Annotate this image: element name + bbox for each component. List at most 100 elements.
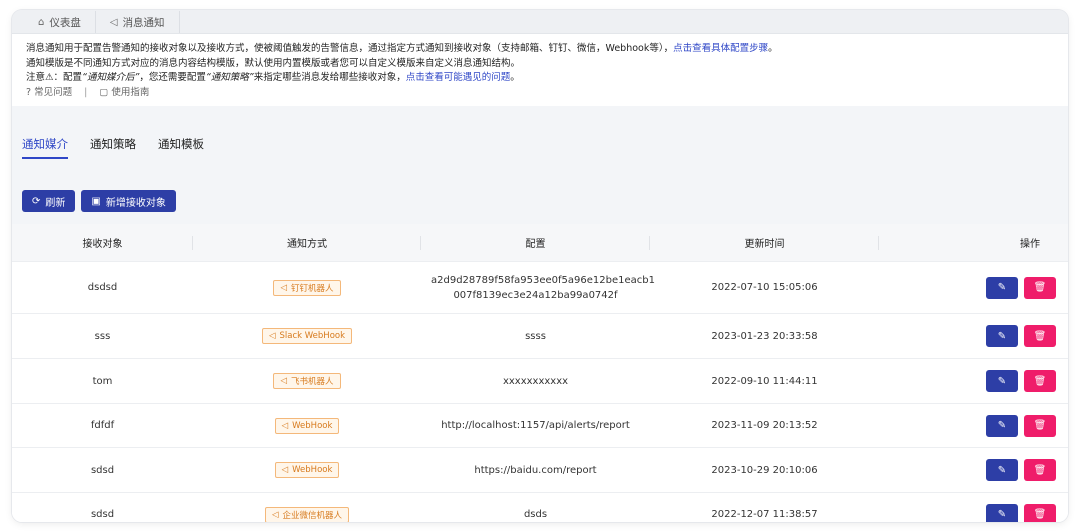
time-cell: 2022-09-10 11:44:11 — [711, 375, 818, 387]
receivers-table: 接收对象 通知方式 配置 更新时间 操作 dsdsd ◁ 钉钉机器人 a2d9d2… — [12, 224, 1068, 522]
add-receiver-button[interactable]: ▣ 新增接收对象 — [81, 190, 176, 212]
config-cell: https://baidu.com/report — [474, 464, 597, 476]
tab-label: 消息通知 — [122, 16, 165, 29]
refresh-label: 刷新 — [45, 197, 66, 209]
notice-emphasis: “通知策略” — [205, 72, 254, 83]
trash-icon: 🗑 — [1033, 282, 1047, 293]
time-cell: 2023-11-09 20:13:52 — [711, 420, 818, 431]
edit-icon: ✎ — [997, 282, 1007, 293]
table-row: dsdsd ◁ 钉钉机器人 a2d9d28789f58fa953ee0f5a96e… — [12, 262, 1068, 314]
config-cell: xxxxxxxxxxx — [502, 375, 569, 387]
guide-link[interactable]: ▢ 使用指南 — [99, 86, 149, 101]
method-badge: ◁ WebHook — [274, 462, 340, 478]
notice-text: 来指定哪些消息发给哪些接收对象， — [253, 72, 406, 83]
edit-button[interactable]: ✎ — [986, 503, 1018, 522]
config-steps-link[interactable]: 点击查看具体配置步骤 — [673, 43, 768, 54]
row-actions: ✎ 🗑 — [879, 370, 1068, 392]
main-content: 通知媒介 通知策略 通知模板 ⟳ 刷新 ▣ 新增接收对象 接收对象 通知方式 配… — [12, 122, 1068, 522]
method-badge: ◁ WebHook — [274, 417, 340, 434]
trash-icon: 🗑 — [1033, 375, 1047, 387]
delete-button[interactable]: 🗑 — [1024, 503, 1056, 522]
edit-icon: ✎ — [997, 509, 1007, 520]
config-cell: http://localhost:1157/api/alerts/report — [441, 420, 630, 431]
edit-icon: ✎ — [997, 330, 1007, 342]
trash-icon: 🗑 — [1033, 464, 1047, 476]
faq-problems-link[interactable]: 点击查看可能遇见的问题 — [406, 72, 511, 83]
refresh-button[interactable]: ⟳ 刷新 — [22, 190, 76, 212]
separator: | — [84, 86, 88, 98]
notice-line-2: 通知模版是不同通知方式对应的消息内容结构模版，默认使用内置模版或者您可以自定义模… — [26, 57, 521, 69]
delete-button[interactable]: 🗑 — [1024, 459, 1056, 481]
tab-label: 仪表盘 — [49, 16, 81, 29]
time-cell: 2023-10-29 20:10:06 — [711, 464, 818, 476]
table-row: fdfdf ◁ WebHook http://localhost:1157/api… — [12, 404, 1068, 448]
row-actions: ✎ 🗑 — [879, 325, 1068, 347]
megaphone-icon: ◁ — [268, 331, 276, 341]
header-actions: 操作 — [1020, 239, 1040, 250]
subtab-policy[interactable]: 通知策略 — [90, 136, 136, 159]
table-row: sss ◁ Slack WebHook ssss 2023-01-23 20:33… — [12, 314, 1068, 359]
trash-icon: 🗑 — [1033, 509, 1047, 520]
header-updated: 更新时间 — [650, 235, 879, 250]
notice-line-1: 消息通知用于配置告警通知的接收对象以及接收方式，使被阈值触发的告警信息，通过指定… — [26, 42, 1054, 57]
megaphone-icon: ◁ — [281, 465, 289, 475]
delete-button[interactable]: 🗑 — [1024, 276, 1056, 299]
method-badge: ◁ 飞书机器人 — [273, 373, 341, 389]
edit-button[interactable]: ✎ — [986, 459, 1018, 481]
time-cell: 2022-07-10 15:05:06 — [711, 282, 818, 293]
subtab-template[interactable]: 通知模板 — [158, 136, 204, 159]
subtab-bar: 通知媒介 通知策略 通知模板 — [12, 136, 1068, 164]
megaphone-icon: ◁ — [281, 420, 289, 431]
faq-label: 常见问题 — [34, 86, 73, 98]
edit-button[interactable]: ✎ — [986, 276, 1018, 299]
receiver-cell: fdfdf — [90, 420, 115, 431]
guide-label: 使用指南 — [111, 86, 150, 98]
edit-button[interactable]: ✎ — [986, 370, 1018, 392]
table-row: sdsd ◁ 企业微信机器人 dsds 2022-12-07 11:38:57 ✎… — [12, 493, 1068, 522]
row-actions: ✎ 🗑 — [879, 276, 1068, 299]
receiver-cell: dsdsd — [87, 282, 118, 293]
notice-emphasis: “通知媒介后” — [82, 72, 140, 83]
notice-text: 注意⚠：配置 — [26, 72, 83, 83]
info-notice: 消息通知用于配置告警通知的接收对象以及接收方式，使被阈值触发的告警信息，通过指定… — [12, 34, 1068, 106]
subtab-media[interactable]: 通知媒介 — [22, 136, 68, 159]
delete-button[interactable]: 🗑 — [1024, 414, 1056, 437]
megaphone-icon: ◁ — [280, 376, 288, 386]
tab-dashboard[interactable]: ⌂ 仪表盘 — [24, 11, 96, 33]
delete-button[interactable]: 🗑 — [1024, 325, 1056, 347]
header-method: 通知方式 — [193, 235, 421, 250]
tab-notifications[interactable]: ◁ 消息通知 — [95, 11, 180, 33]
row-actions: ✎ 🗑 — [879, 414, 1068, 437]
document-icon: ▢ — [99, 86, 109, 98]
delete-button[interactable]: 🗑 — [1024, 370, 1056, 392]
row-actions: ✎ 🗑 — [879, 459, 1068, 481]
method-badge: ◁ 钉钉机器人 — [273, 279, 341, 296]
edit-button[interactable]: ✎ — [986, 414, 1018, 437]
trash-icon: 🗑 — [1033, 330, 1047, 342]
edit-icon: ✎ — [997, 420, 1007, 431]
faq-link[interactable]: ? 常见问题 — [26, 86, 72, 101]
time-cell: 2023-01-23 20:33:58 — [711, 330, 818, 342]
add-label: 新增接收对象 — [105, 197, 166, 209]
header-config: 配置 — [421, 235, 650, 250]
receiver-cell: sss — [94, 330, 111, 342]
question-icon: ? — [26, 86, 32, 98]
table-row: sdsd ◁ WebHook https://baidu.com/report 2… — [12, 448, 1068, 493]
table-header: 接收对象 通知方式 配置 更新时间 操作 — [12, 224, 1068, 262]
refresh-icon: ⟳ — [32, 195, 41, 207]
edit-button[interactable]: ✎ — [986, 325, 1018, 347]
add-icon: ▣ — [91, 195, 101, 207]
edit-icon: ✎ — [997, 464, 1007, 476]
receiver-cell: tom — [92, 375, 113, 387]
help-links: ? 常见问题 | ▢ 使用指南 — [26, 86, 1054, 101]
toolbar: ⟳ 刷新 ▣ 新增接收对象 — [12, 190, 1068, 212]
row-actions: ✎ 🗑 — [879, 503, 1068, 522]
config-cell: dsds — [523, 509, 548, 520]
notice-line-3: 注意⚠：配置“通知媒介后”，您还需要配置“通知策略”来指定哪些消息发给哪些接收对… — [26, 71, 1054, 86]
app-window: ⌂ 仪表盘 ◁ 消息通知 消息通知用于配置告警通知的接收对象以及接收方式，使被阈… — [12, 10, 1068, 522]
notice-text: 消息通知用于配置告警通知的接收对象以及接收方式，使被阈值触发的告警信息，通过指定… — [26, 43, 674, 54]
header-receiver: 接收对象 — [12, 235, 193, 250]
home-icon: ⌂ — [38, 16, 45, 28]
config-cell: a2d9d28789f58fa953ee0f5a96e12be1eacb1 007… — [431, 274, 655, 301]
receiver-cell: sdsd — [90, 509, 115, 520]
